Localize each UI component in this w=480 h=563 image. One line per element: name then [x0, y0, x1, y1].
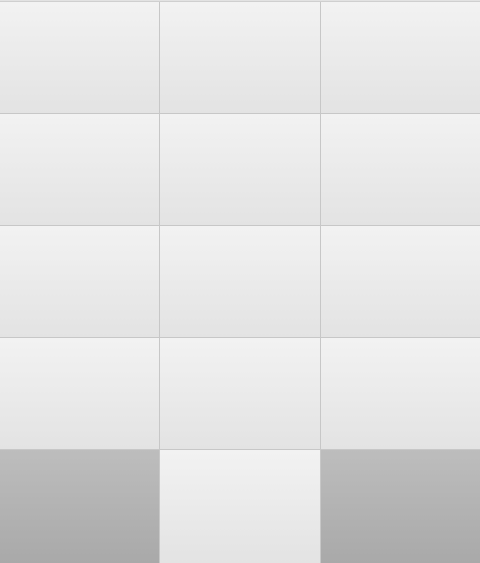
- keypad-key-r4-c1[interactable]: [0, 338, 159, 449]
- keypad-key-r4-c3[interactable]: [321, 338, 480, 449]
- keypad-key-r2-c3[interactable]: [321, 114, 480, 225]
- keypad-key-r1-c3[interactable]: [321, 2, 480, 113]
- keypad-key-r2-c2[interactable]: [160, 114, 320, 225]
- keypad-key-r1-c1[interactable]: [0, 2, 159, 113]
- keypad-key-bottom-center[interactable]: [160, 450, 320, 563]
- keypad-key-r2-c1[interactable]: [0, 114, 159, 225]
- keypad: [0, 2, 480, 563]
- keypad-key-r3-c1[interactable]: [0, 226, 159, 337]
- keypad-key-r3-c2[interactable]: [160, 226, 320, 337]
- keypad-key-bottom-right[interactable]: [321, 450, 480, 563]
- keypad-key-r3-c3[interactable]: [321, 226, 480, 337]
- keypad-key-bottom-left[interactable]: [0, 450, 159, 563]
- keypad-key-r4-c2[interactable]: [160, 338, 320, 449]
- keypad-key-r1-c2[interactable]: [160, 2, 320, 113]
